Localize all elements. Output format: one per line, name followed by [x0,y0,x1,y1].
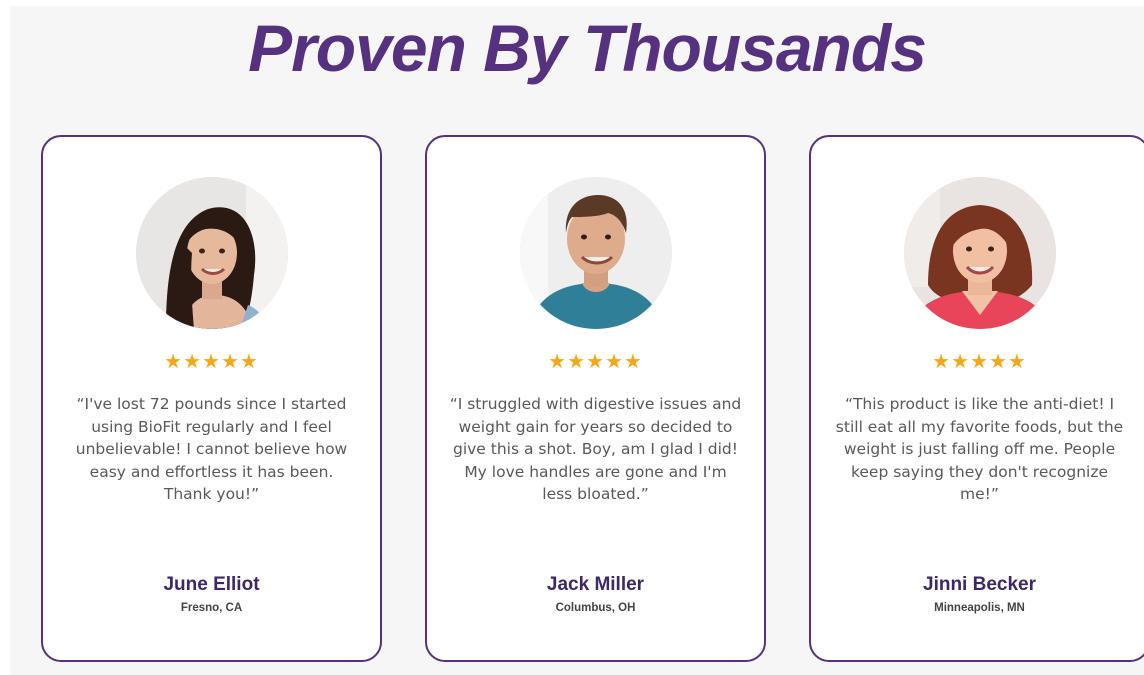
testimonial-quote: “This product is like the anti-diet! I s… [835,395,1124,503]
reviewer-name: Jack Miller [546,574,645,595]
reviewer-name: Jinni Becker [923,574,1036,595]
star-rating-icon: ★★★★★ [548,349,643,373]
reviewer-name: June Elliot [163,574,260,595]
testimonial-card: ★★★★★ “I've lost 72 pounds since I start… [41,135,382,662]
star-rating-icon: ★★★★★ [932,349,1027,373]
section-heading: Proven By Thousands [248,11,927,85]
testimonials-section: Proven By Thousands ★★★★★ “I've lost 72 … [10,6,1144,675]
testimonial-card: ★★★★★ “This product is like the anti-die… [809,135,1144,662]
star-rating-icon: ★★★★★ [164,349,259,373]
man-avatar-icon [520,177,672,329]
reviewer-location: Columbus, OH [555,602,636,614]
testimonial-card: ★★★★★ “I struggled with digestive issues… [425,135,766,662]
reviewer-location: Minneapolis, MN [934,602,1025,614]
woman-avatar-icon [904,177,1056,329]
reviewer-location: Fresno, CA [180,602,243,614]
testimonial-quote: “I've lost 72 pounds since I started usi… [75,395,348,503]
testimonial-quote: “I struggled with digestive issues and w… [449,395,742,503]
woman-avatar-icon [136,177,288,329]
